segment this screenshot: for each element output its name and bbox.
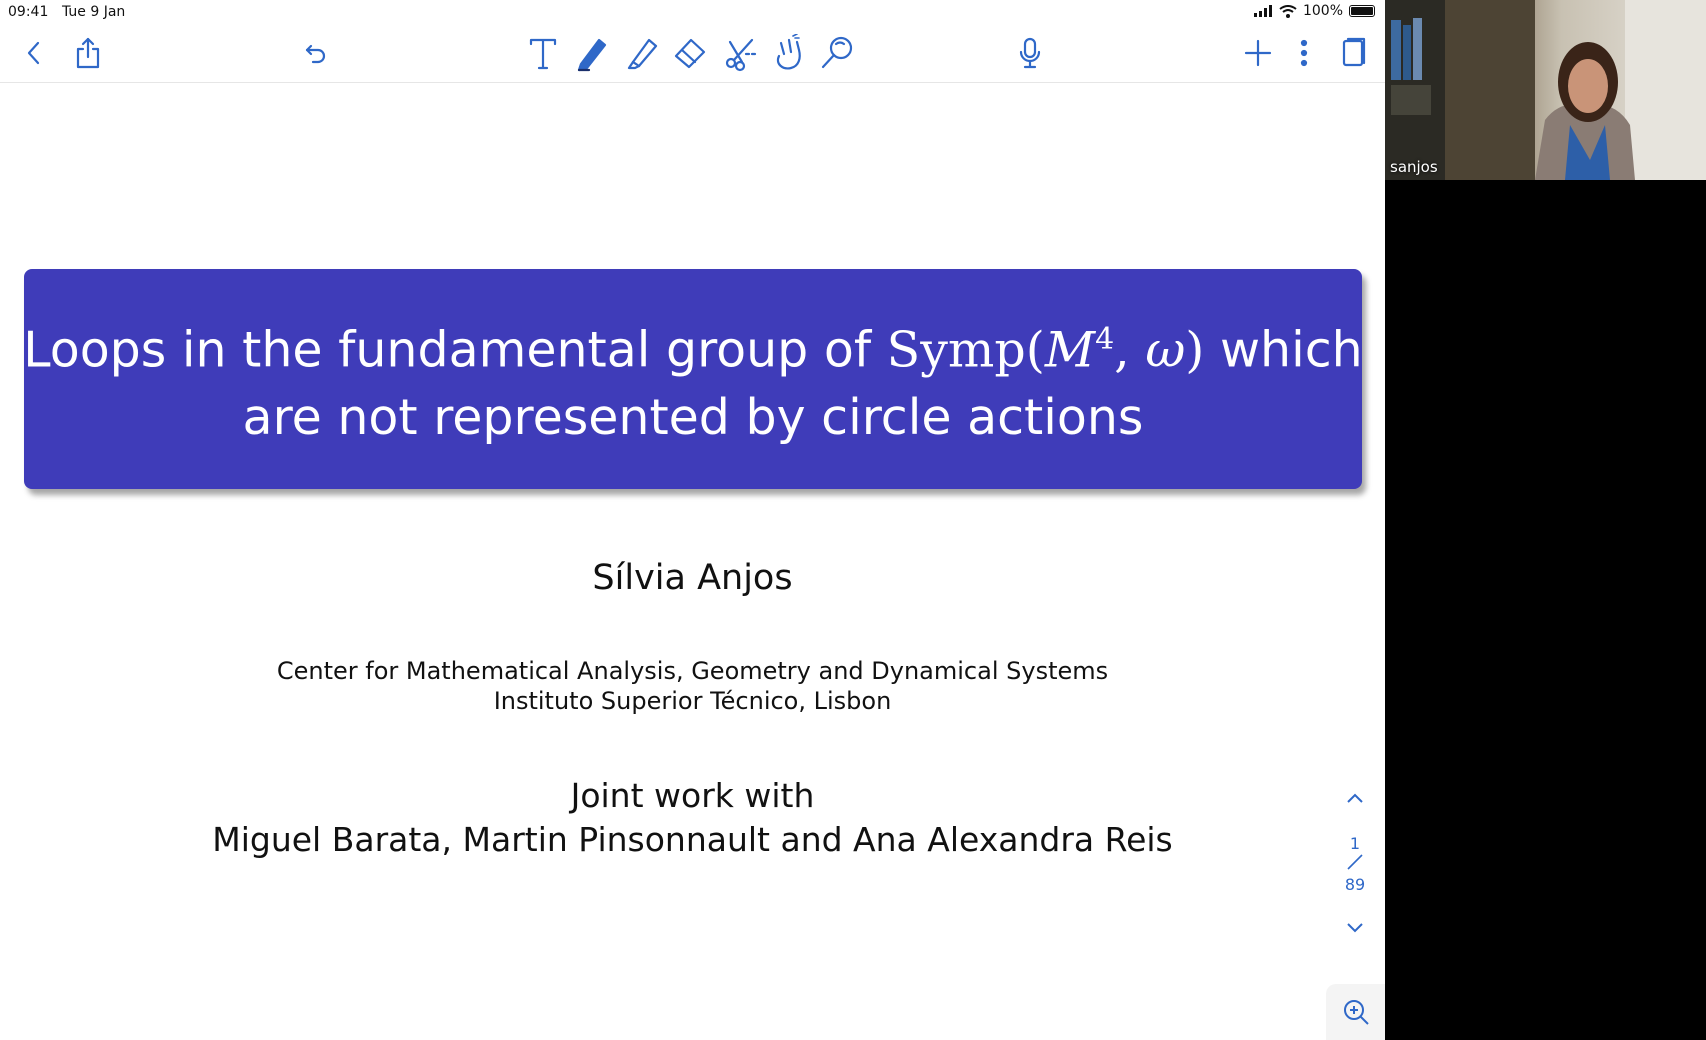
slide-page: Loops in the fundamental group of Symp(M… xyxy=(0,83,1385,1040)
page-down-button[interactable] xyxy=(1330,920,1380,939)
current-page: 1 xyxy=(1349,834,1361,853)
slide-title-line-1: Loops in the fundamental group of Symp(M… xyxy=(23,306,1362,384)
title-omega: ω xyxy=(1145,321,1186,379)
ipad-screen: 09:41 Tue 9 Jan 100% Loops in the fundam… xyxy=(0,0,1385,1040)
status-time: 09:41 xyxy=(8,4,49,20)
pen-icon[interactable] xyxy=(572,30,612,76)
title-m: M xyxy=(1044,321,1096,379)
title-exponent: 4 xyxy=(1095,321,1115,357)
zoom-in-icon xyxy=(1343,1000,1369,1025)
author-name: Sílvia Anjos xyxy=(592,558,793,598)
page-up-button[interactable] xyxy=(1330,790,1380,809)
back-icon[interactable] xyxy=(14,30,54,76)
magnifier-icon[interactable] xyxy=(817,30,857,76)
highlighter-icon[interactable] xyxy=(622,30,662,76)
title-close: ) xyxy=(1185,321,1220,379)
status-date: Tue 9 Jan xyxy=(62,4,126,20)
participant-video-frame xyxy=(1385,0,1706,180)
undo-icon[interactable] xyxy=(296,30,336,76)
battery-percent: 100% xyxy=(1302,3,1343,19)
eraser-icon[interactable] xyxy=(670,30,710,76)
affiliation-line-1: Center for Mathematical Analysis, Geomet… xyxy=(276,657,1109,685)
total-pages: 89 xyxy=(1344,875,1366,894)
battery-icon xyxy=(1349,5,1375,17)
lasso-scissors-icon[interactable] xyxy=(721,30,761,76)
more-icon[interactable] xyxy=(1284,30,1324,76)
coauthors: Miguel Barata, Martin Pinsonnault and An… xyxy=(212,820,1173,859)
slide-title-line-2: are not represented by circle actions xyxy=(242,389,1144,447)
microphone-icon[interactable] xyxy=(1010,30,1050,76)
hand-icon[interactable] xyxy=(768,30,808,76)
participant-name: sanjos xyxy=(1390,158,1438,176)
add-icon[interactable] xyxy=(1238,30,1278,76)
cellular-signal-icon xyxy=(1253,5,1272,17)
slash-divider-icon xyxy=(1347,854,1363,870)
affiliation: Center for Mathematical Analysis, Geomet… xyxy=(0,656,1385,716)
chevron-up-icon xyxy=(1347,793,1363,803)
status-bar: 09:41 Tue 9 Jan 100% xyxy=(0,0,1385,24)
page-view-icon[interactable] xyxy=(1333,30,1373,76)
title-text: Loops in the fundamental group of xyxy=(23,321,887,379)
title-which: which xyxy=(1219,321,1363,379)
title-symp: Symp( xyxy=(886,321,1045,379)
slide-title-box: Loops in the fundamental group of Symp(M… xyxy=(23,269,1363,489)
joint-line-1: Joint work with xyxy=(570,776,815,815)
wifi-icon xyxy=(1279,4,1297,18)
title-comma: , xyxy=(1114,321,1146,379)
zoom-button[interactable] xyxy=(1326,984,1385,1040)
joint-work: Joint work with Miguel Barata, Martin Pi… xyxy=(0,774,1385,862)
participant-video[interactable]: sanjos xyxy=(1385,0,1706,180)
page-indicator: 1 89 xyxy=(1330,834,1380,894)
affiliation-line-2: Instituto Superior Técnico, Lisbon xyxy=(493,687,892,715)
share-icon[interactable] xyxy=(68,30,108,76)
notes-toolbar xyxy=(0,30,1385,83)
text-tool-icon[interactable] xyxy=(523,30,563,76)
status-right: 100% xyxy=(1253,3,1375,19)
chevron-down-icon xyxy=(1347,923,1363,933)
